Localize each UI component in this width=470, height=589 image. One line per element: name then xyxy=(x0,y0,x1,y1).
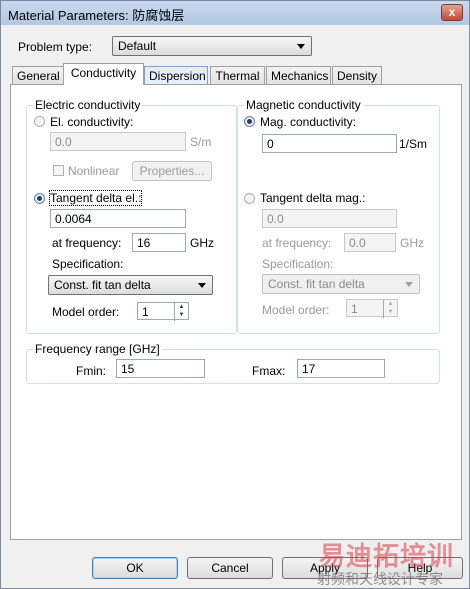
tangent-delta-el-label: Tangent delta el.: xyxy=(48,190,143,206)
title-bar[interactable]: Material Parameters: 防腐蚀层 x xyxy=(1,1,469,25)
chevron-down-icon xyxy=(198,283,206,288)
material-parameters-dialog: Material Parameters: 防腐蚀层 x Problem type… xyxy=(0,0,470,589)
model-order-el-spinner[interactable]: ▲ ▼ xyxy=(174,303,188,321)
specification-mag-label: Specification: xyxy=(262,257,334,271)
tangent-delta-el-input[interactable]: 0.0064 xyxy=(50,209,186,228)
nonlinear-checkbox[interactable] xyxy=(53,165,64,176)
mag-conductivity-input[interactable]: 0 xyxy=(262,134,397,153)
tab-density[interactable]: Density xyxy=(332,66,382,84)
electric-conductivity-title: Electric conductivity xyxy=(33,98,143,112)
properties-button[interactable]: Properties... xyxy=(132,161,212,181)
magnetic-conductivity-title: Magnetic conductivity xyxy=(244,98,363,112)
specification-el-select[interactable]: Const. fit tan delta xyxy=(48,275,213,295)
chevron-down-icon xyxy=(297,44,305,49)
tab-label: Conductivity xyxy=(70,66,137,80)
spin-up-icon[interactable]: ▲ xyxy=(175,303,188,311)
mag-conductivity-radio[interactable] xyxy=(244,116,255,127)
spin-up-icon[interactable]: ▲ xyxy=(384,300,397,308)
spin-down-icon[interactable]: ▼ xyxy=(175,311,188,319)
ok-button[interactable]: OK xyxy=(92,557,178,579)
tab-thermal[interactable]: Thermal xyxy=(210,66,265,84)
watermark-tagline: 射频和天线设计专家 xyxy=(317,572,443,588)
tab-mechanics[interactable]: Mechanics xyxy=(266,66,331,84)
tab-label: Dispersion xyxy=(149,69,206,83)
at-frequency-el-input[interactable]: 16 xyxy=(132,233,186,252)
model-order-mag-spinner[interactable]: ▲ ▼ xyxy=(383,300,397,318)
specification-mag-value: Const. fit tan delta xyxy=(268,277,365,291)
tab-label: Mechanics xyxy=(271,69,329,83)
at-frequency-el-label: at frequency: xyxy=(52,236,122,250)
problem-type-label: Problem type: xyxy=(18,40,93,54)
model-order-mag-value: 1 xyxy=(351,302,358,316)
model-order-el-label: Model order: xyxy=(52,305,120,319)
nonlinear-label: Nonlinear xyxy=(68,164,120,178)
specification-el-value: Const. fit tan delta xyxy=(54,278,151,292)
tangent-delta-mag-radio[interactable] xyxy=(244,193,255,204)
cancel-button[interactable]: Cancel xyxy=(187,557,273,579)
tab-dispersion[interactable]: Dispersion xyxy=(144,66,208,84)
fmin-input[interactable]: 15 xyxy=(116,359,205,378)
problem-type-select[interactable]: Default xyxy=(112,36,312,56)
el-conductivity-label: El. conductivity: xyxy=(50,115,134,129)
window-title: Material Parameters: 防腐蚀层 xyxy=(8,8,185,23)
chevron-down-icon xyxy=(405,282,413,287)
model-order-el-value: 1 xyxy=(142,305,149,319)
fmin-label: Fmin: xyxy=(76,364,106,378)
el-conductivity-input[interactable]: 0.0 xyxy=(50,132,186,151)
tab-conductivity[interactable]: Conductivity xyxy=(63,63,144,85)
model-order-mag-input[interactable]: 1 ▲ ▼ xyxy=(346,299,398,318)
problem-type-value: Default xyxy=(118,39,157,53)
model-order-mag-label: Model order: xyxy=(262,303,330,317)
conductivity-panel: Electric conductivity El. conductivity: … xyxy=(10,84,462,540)
model-order-el-input[interactable]: 1 ▲ ▼ xyxy=(137,302,189,321)
fmax-input[interactable]: 17 xyxy=(297,359,385,378)
at-frequency-el-unit: GHz xyxy=(190,236,214,250)
at-frequency-mag-unit: GHz xyxy=(400,236,424,250)
at-frequency-mag-input[interactable]: 0.0 xyxy=(344,233,396,252)
close-icon: x xyxy=(448,5,456,19)
specification-mag-select[interactable]: Const. fit tan delta xyxy=(262,274,420,294)
tab-general[interactable]: General xyxy=(12,66,64,84)
el-conductivity-radio[interactable] xyxy=(34,116,45,127)
fmax-label: Fmax: xyxy=(252,364,286,378)
el-conductivity-unit: S/m xyxy=(190,135,212,149)
spin-down-icon[interactable]: ▼ xyxy=(384,308,397,316)
tab-label: Density xyxy=(337,69,378,83)
mag-conductivity-unit: 1/Sm xyxy=(399,137,428,151)
frequency-range-title: Frequency range [GHz] xyxy=(33,342,162,356)
at-frequency-mag-label: at frequency: xyxy=(262,236,332,250)
tab-label: Thermal xyxy=(215,69,260,83)
close-button[interactable]: x xyxy=(441,4,463,21)
tab-label: General xyxy=(17,69,60,83)
specification-el-label: Specification: xyxy=(52,257,124,271)
watermark-logo-text: 易迪拓培训 xyxy=(319,542,455,572)
mag-conductivity-label: Mag. conductivity: xyxy=(260,115,357,129)
tangent-delta-el-radio[interactable] xyxy=(34,193,45,204)
tangent-delta-mag-input[interactable]: 0.0 xyxy=(262,209,397,228)
tangent-delta-mag-label: Tangent delta mag.: xyxy=(260,191,366,205)
